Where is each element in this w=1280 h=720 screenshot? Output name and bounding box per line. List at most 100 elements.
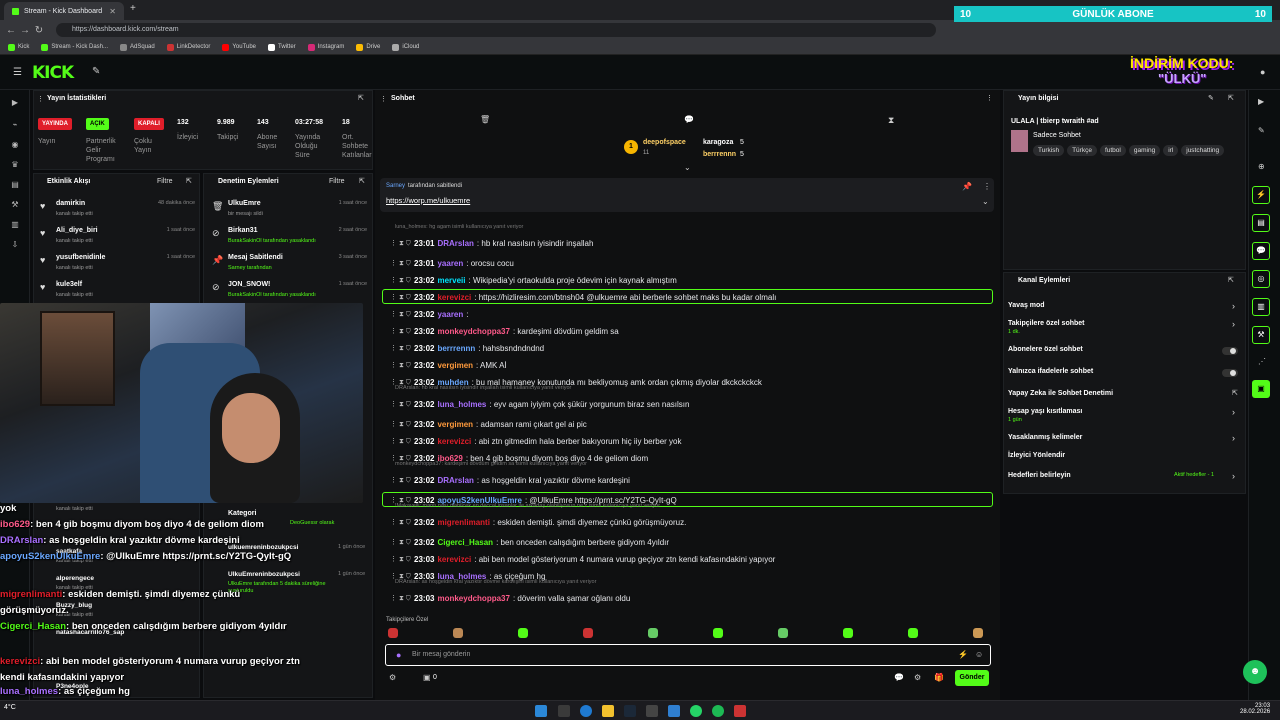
wrench-icon[interactable]: ⚒ [1252, 326, 1270, 344]
message-user[interactable]: merveii [437, 276, 465, 285]
bookmark-item[interactable]: AdSquad [120, 43, 155, 51]
bookmark-item[interactable]: LinkDetector [166, 43, 210, 51]
message-user[interactable]: yaaren [437, 310, 463, 319]
message-tools-icon[interactable]: ⋮ ⧗ ⛉ [390, 420, 411, 429]
link-icon[interactable]: ⌁ [10, 120, 20, 130]
channel-action-label[interactable]: Yapay Zeka ile Sohbet Denetimi [1008, 390, 1113, 397]
clipboard-icon[interactable]: ▤ [1252, 214, 1270, 232]
more-icon[interactable]: ⋮ [986, 94, 993, 102]
message-tools-icon[interactable]: ⋮ ⧗ ⛉ [390, 594, 411, 603]
message-tools-icon[interactable]: ⋮ ⧗ ⛉ [390, 518, 411, 527]
app-icon[interactable] [668, 705, 680, 717]
edge-icon[interactable] [580, 705, 592, 717]
tag[interactable]: irl [1163, 145, 1179, 156]
emoji-icon[interactable]: ☺ [975, 650, 983, 659]
avatar[interactable]: ● [1260, 67, 1265, 77]
message-user[interactable]: monkeydchoppa37 [437, 594, 509, 603]
close-tab-icon[interactable]: ✕ [109, 7, 116, 16]
pen-icon[interactable]: ✎ [1258, 126, 1265, 135]
app-icon[interactable] [646, 705, 658, 717]
tag[interactable]: justchatting [1181, 145, 1225, 156]
message-user[interactable]: monkeydchoppa37 [437, 327, 509, 336]
moderation-filter-button[interactable]: Filtre [329, 178, 345, 185]
chat-message[interactable]: ⋮ ⧗ ⛉ 23:02 kerevizci: https://hizliresim.… [388, 290, 776, 304]
multistream-badge[interactable]: KAPALI [134, 118, 164, 130]
channel-action-label[interactable]: Yasaklanmış kelimeler [1008, 434, 1082, 441]
chat-message[interactable]: ⋮ ⧗ ⛉ 23:02 migrenlimanti: eskiden demişti… [388, 515, 686, 529]
stream-icon[interactable]: ▶ [10, 98, 20, 108]
message-user[interactable]: yaaren [437, 259, 463, 268]
trash-icon[interactable]: 🗑 [480, 115, 490, 124]
popout-icon[interactable]: ⇱ [359, 177, 365, 185]
toggle-switch[interactable] [1222, 347, 1238, 355]
emote-icon[interactable] [778, 628, 788, 638]
popout-icon[interactable]: ⇱ [1228, 276, 1234, 284]
add-widget-icon[interactable]: ▣ [1252, 380, 1270, 398]
tag[interactable]: Turkish [1033, 145, 1065, 156]
spotify-icon[interactable] [712, 705, 724, 717]
message-tools-icon[interactable]: ⋮ ⧗ ⛉ [390, 293, 411, 302]
chat-message[interactable]: ⋮ ⧗ ⛉ 23:03 kerevizci: abi ben model göste… [388, 552, 775, 566]
browser-tab[interactable]: Stream - Kick Dashboard ✕ [4, 2, 124, 20]
emote-icon[interactable] [453, 628, 463, 638]
emote-icon[interactable] [388, 628, 398, 638]
steam-icon[interactable] [624, 705, 636, 717]
pinned-link[interactable]: https://worp.me/ulkuemre [386, 196, 470, 205]
forward-icon[interactable]: → [18, 25, 32, 36]
message-tools-icon[interactable]: ⋮ ⧗ ⛉ [390, 327, 411, 336]
send-button[interactable]: Gönder [955, 670, 989, 686]
stream-icon[interactable]: ▶ [1258, 97, 1264, 106]
chat-drag-icon[interactable]: ⋮ [380, 95, 387, 103]
bookmark-item[interactable]: Instagram [307, 43, 344, 51]
chat-bubble-icon[interactable]: 💬 [684, 115, 694, 124]
list-icon[interactable]: ▥ [1252, 298, 1270, 316]
support-chat-icon[interactable]: ☻ [1243, 660, 1267, 684]
download-icon[interactable]: ⇩ [10, 240, 20, 250]
chat-message[interactable]: ⋮ ⧗ ⛉ 23:02 DRArslan: as hoşgeldin kral ya… [388, 473, 630, 487]
chevron-right-icon[interactable]: › [1232, 407, 1235, 417]
message-tools-icon[interactable]: ⋮ ⧗ ⛉ [390, 538, 411, 547]
partner-badge[interactable]: AÇIK [86, 118, 109, 130]
message-user[interactable]: DRArslan [437, 239, 473, 248]
chat-message[interactable]: ⋮ ⧗ ⛉ 23:02 merveii: Wikipedia'yi ortaokul… [388, 273, 677, 287]
bookmark-item[interactable]: Kick [8, 43, 29, 51]
bookmark-item[interactable]: iCloud [392, 43, 419, 51]
gifter-name[interactable]: berrrennn [703, 151, 736, 158]
command-icon[interactable]: ⚡ [958, 650, 968, 659]
start-icon[interactable] [535, 705, 547, 717]
gift-icon[interactable]: 🎁 [934, 673, 944, 682]
chevron-right-icon[interactable]: › [1232, 319, 1235, 329]
chat-message[interactable]: ⋮ ⧗ ⛉ 23:02 berrrennn: hahsbsndndndnd [388, 341, 544, 355]
popout-icon[interactable]: ⇱ [1228, 94, 1234, 102]
pinned-more-icon[interactable]: ⋮ [983, 182, 991, 191]
chevron-down-icon[interactable]: ⌄ [982, 197, 989, 206]
message-tools-icon[interactable]: ⋮ ⧗ ⛉ [390, 437, 411, 446]
bookmark-item[interactable]: Drive [356, 43, 380, 51]
message-user[interactable]: DRArslan [437, 476, 473, 485]
message-user[interactable]: kerevizci [437, 293, 471, 302]
chat-bubble-icon[interactable]: 💬 [894, 673, 904, 682]
bookmark-item[interactable]: Twitter [268, 43, 296, 51]
message-tools-icon[interactable]: ⋮ ⧗ ⛉ [390, 239, 411, 248]
chat-message[interactable]: ⋮ ⧗ ⛉ 23:02 kerevizci: abi ztn gitmedim ha… [388, 434, 681, 448]
chevron-right-icon[interactable]: › [1232, 301, 1235, 311]
message-tools-icon[interactable]: ⋮ ⧗ ⛉ [390, 344, 411, 353]
chat-message[interactable]: ⋮ ⧗ ⛉ 23:01 yaaren: orocsu cocu [388, 256, 514, 270]
back-icon[interactable]: ← [4, 25, 18, 36]
chat-message[interactable]: ⋮ ⧗ ⛉ 23:02 luna_holmes: eyv agam iyiyim ç… [388, 397, 689, 411]
whatsapp-icon[interactable] [690, 705, 702, 717]
tag[interactable]: gaming [1128, 145, 1161, 156]
tag[interactable]: futbol [1099, 145, 1126, 156]
message-user[interactable]: vergimen [437, 420, 473, 429]
channel-action-label[interactable]: Hedefleri belirleyin [1008, 472, 1071, 479]
popout-icon[interactable]: ⇱ [358, 94, 364, 102]
chat-icon[interactable]: 💬 [1252, 242, 1270, 260]
gifter-name[interactable]: karagoza [703, 139, 733, 146]
url-field[interactable]: https://dashboard.kick.com/stream [56, 23, 936, 37]
edit-icon[interactable]: ✎ [1208, 94, 1214, 102]
channel-action-label[interactable]: Abonelere özel sohbet [1008, 346, 1083, 353]
tools-icon[interactable]: ⚒ [10, 200, 20, 210]
message-user[interactable]: kerevizci [437, 555, 471, 564]
reload-icon[interactable]: ↻ [32, 25, 46, 36]
bookmark-item[interactable]: YouTube [222, 43, 256, 51]
